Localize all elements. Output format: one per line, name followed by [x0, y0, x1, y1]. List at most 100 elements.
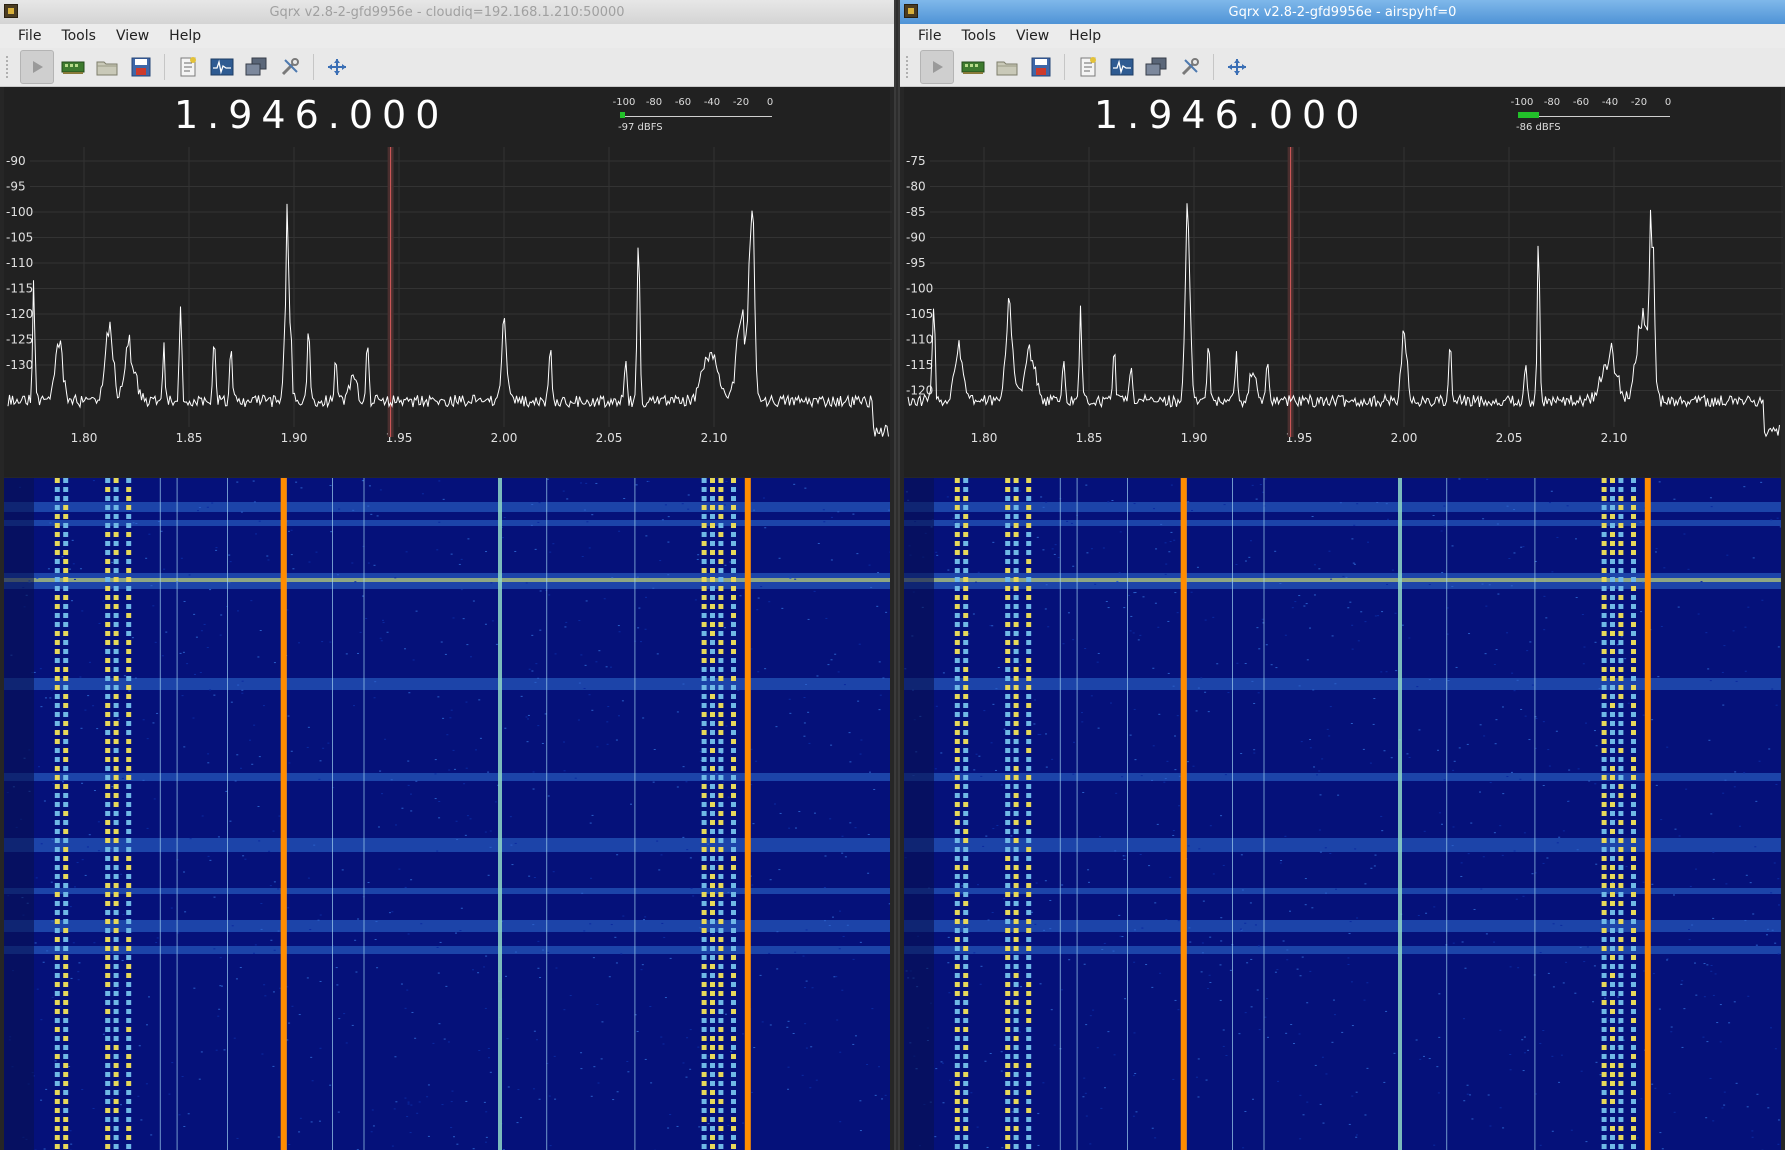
waterfall-signal-dash: [1618, 721, 1624, 726]
waterfall-signal-dash: [963, 1027, 969, 1032]
waterfall-speckle: [462, 618, 465, 620]
play-button[interactable]: [20, 50, 54, 84]
play-button[interactable]: [920, 50, 954, 84]
waterfall-signal-dash: [1013, 937, 1019, 942]
bookmark-button[interactable]: [1073, 52, 1103, 82]
waterfall-svg[interactable]: [904, 478, 1781, 1150]
waterfall-speckle: [1329, 706, 1332, 708]
app-icon[interactable]: [904, 4, 918, 18]
menu-view[interactable]: View: [1006, 28, 1059, 44]
waterfall-display[interactable]: [904, 478, 1781, 1150]
waterfall-signal-dash: [63, 955, 69, 960]
waterfall-signal-dash: [963, 658, 969, 663]
waterfall-speckle: [830, 559, 833, 561]
waterfall-speckle: [888, 509, 890, 511]
waterfall-speckle: [985, 835, 988, 837]
menu-help[interactable]: Help: [159, 28, 211, 44]
toolbar-grip[interactable]: [906, 56, 912, 78]
waterfall-display[interactable]: [4, 478, 890, 1150]
waterfall-speckle: [1309, 970, 1312, 972]
waterfall-speckle: [1452, 942, 1455, 944]
menu-help[interactable]: Help: [1059, 28, 1111, 44]
frequency-display[interactable]: 1.946.000: [174, 93, 448, 137]
menu-view[interactable]: View: [106, 28, 159, 44]
app-icon[interactable]: [4, 4, 18, 18]
waterfall-signal-dash: [701, 820, 707, 825]
waterfall-signal-dash: [710, 649, 715, 654]
waterfall-speckle: [453, 768, 456, 770]
waterfall-speckle: [884, 1094, 887, 1096]
waterfall-signal-dash: [1026, 883, 1032, 888]
waterfall-signal-dash: [718, 1144, 724, 1149]
open-file-button[interactable]: [92, 52, 122, 82]
waterfall-speckle: [128, 690, 131, 692]
menu-file[interactable]: File: [8, 28, 51, 44]
io-devices-button[interactable]: [958, 52, 988, 82]
fit-view-button[interactable]: [322, 52, 352, 82]
waterfall-speckle: [409, 793, 412, 795]
waterfall-speckle: [1153, 508, 1156, 510]
toolbar-separator: [1064, 54, 1065, 80]
io-devices-button[interactable]: [58, 52, 88, 82]
waterfall-speckle: [647, 481, 650, 483]
open-file-button[interactable]: [992, 52, 1022, 82]
remote-control-button[interactable]: [1141, 52, 1171, 82]
frequency-display[interactable]: 1.946.000: [1094, 93, 1368, 137]
waterfall-speckle: [650, 1082, 653, 1084]
waterfall-speckle: [1054, 544, 1057, 546]
waterfall-speckle: [87, 695, 90, 697]
waterfall-speckle: [439, 941, 442, 943]
waterfall-speckle: [596, 746, 599, 748]
waterfall-signal-dash: [54, 928, 60, 933]
menu-tools[interactable]: Tools: [951, 28, 1006, 44]
bookmark-button[interactable]: [173, 52, 203, 82]
title-bar[interactable]: Gqrx v2.8-2-gfd9956e - airspyhf=0: [900, 0, 1785, 25]
waterfall-speckle: [1198, 848, 1201, 850]
waterfall-signal-dash: [731, 694, 736, 699]
menu-tools[interactable]: Tools: [51, 28, 106, 44]
waterfall-speckle: [1356, 917, 1359, 919]
waterfall-speckle: [1453, 760, 1456, 762]
waterfall-speckle: [209, 589, 212, 591]
waterfall-speckle: [407, 1101, 410, 1103]
waterfall-speckle: [102, 1033, 105, 1035]
waterfall-speckle: [1309, 739, 1312, 741]
waterfall-signal-dash: [1013, 946, 1019, 951]
toolbar-grip[interactable]: [6, 56, 12, 78]
waterfall-speckle: [960, 893, 963, 895]
spectrum-button[interactable]: [1107, 52, 1137, 82]
waterfall-speckle: [1598, 688, 1601, 690]
save-button[interactable]: [1026, 52, 1056, 82]
title-bar[interactable]: Gqrx v2.8-2-gfd9956e - cloudiq=192.168.1…: [0, 0, 894, 25]
fft-plotter[interactable]: -90-95-100-105-110-115-120-125-1301.801.…: [4, 147, 892, 477]
remote-control-button[interactable]: [241, 52, 271, 82]
waterfall-signal-dash: [1631, 667, 1636, 672]
fft-plotter[interactable]: -75-80-85-90-95-100-105-110-115-1201.801…: [904, 147, 1783, 477]
waterfall-signal-dash: [1013, 847, 1019, 852]
waterfall-speckle: [51, 996, 54, 998]
waterfall-signal-dash: [1631, 559, 1636, 564]
waterfall-signal-dash: [710, 1117, 715, 1122]
waterfall-speckle: [1250, 1006, 1253, 1008]
waterfall-speckle: [43, 1148, 46, 1150]
waterfall-svg[interactable]: [4, 478, 890, 1150]
waterfall-signal-dash: [710, 604, 715, 609]
waterfall-speckle: [421, 493, 424, 495]
waterfall-speckle: [72, 563, 75, 565]
fit-view-button[interactable]: [1222, 52, 1252, 82]
menu-file[interactable]: File: [908, 28, 951, 44]
waterfall-speckle: [1463, 1018, 1466, 1020]
waterfall-signal-dash: [963, 1009, 969, 1014]
settings-button[interactable]: [1175, 52, 1205, 82]
settings-button[interactable]: [275, 52, 305, 82]
waterfall-speckle: [1428, 1058, 1431, 1060]
waterfall-speckle: [1014, 593, 1017, 595]
waterfall-signal-dash: [1601, 1117, 1607, 1122]
waterfall-signal-dash: [1013, 532, 1019, 537]
waterfall-speckle: [391, 1145, 394, 1147]
spectrum-button[interactable]: [207, 52, 237, 82]
fft-plot-svg[interactable]: -90-95-100-105-110-115-120-125-1301.801.…: [4, 147, 892, 477]
save-button[interactable]: [126, 52, 156, 82]
fft-plot-svg[interactable]: -75-80-85-90-95-100-105-110-115-1201.801…: [904, 147, 1783, 477]
waterfall-speckle: [1279, 583, 1282, 585]
